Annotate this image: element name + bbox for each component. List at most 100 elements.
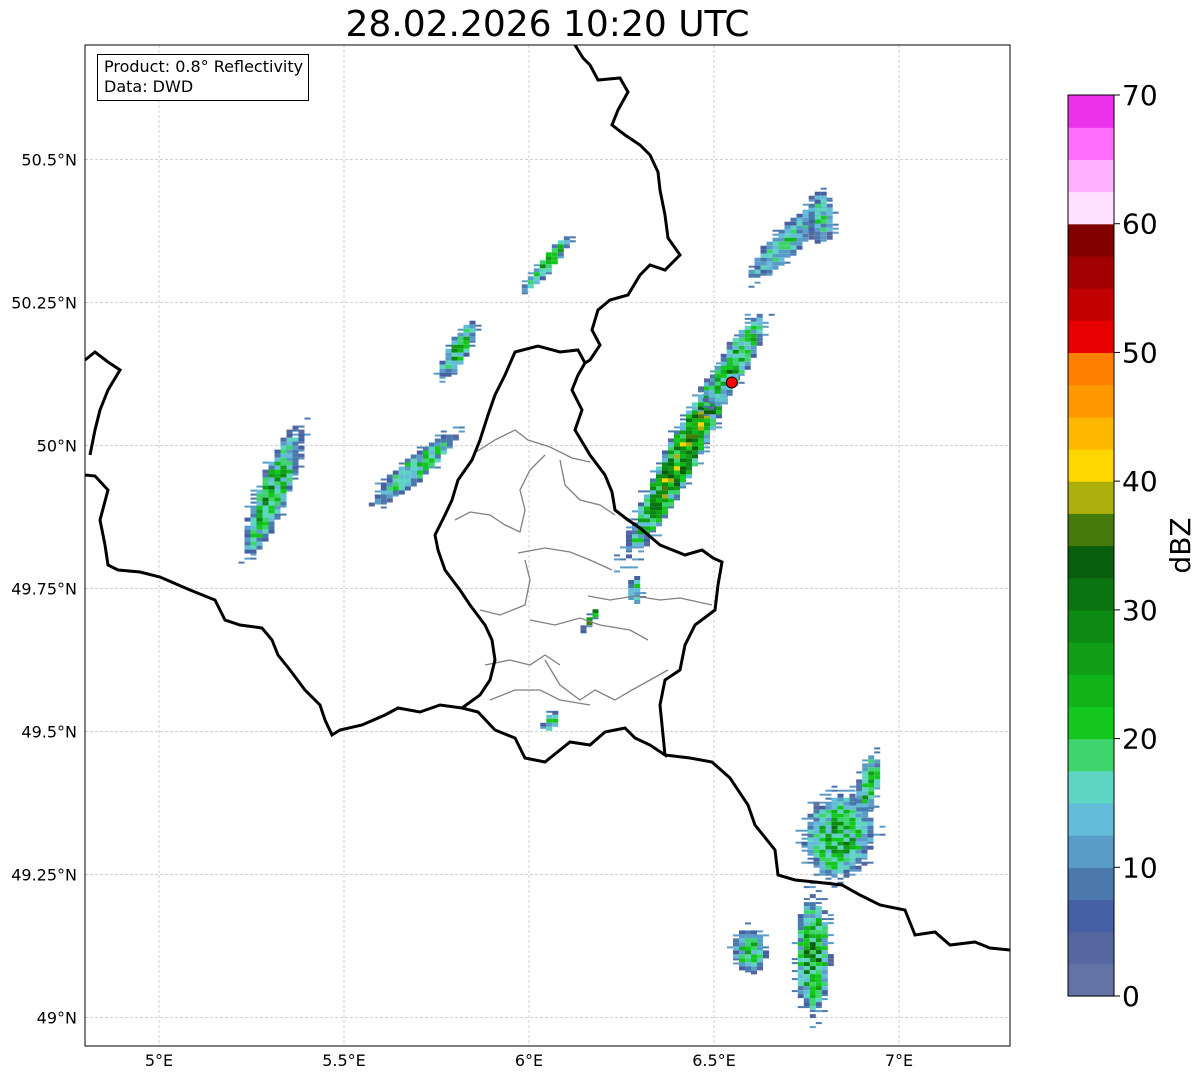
echo-pixel <box>445 364 452 369</box>
echo-pixel <box>475 328 482 331</box>
echo-pixel <box>292 469 299 474</box>
echo-pixel <box>620 546 626 549</box>
echo-pixel <box>754 257 761 262</box>
echo-pixel <box>873 833 880 836</box>
echo-pixel <box>733 942 739 947</box>
colorbar-bin <box>1068 481 1114 514</box>
echo-pixel <box>837 809 844 814</box>
echo-pixel <box>539 276 546 281</box>
echo-pixel <box>710 410 716 415</box>
echo-pixel <box>452 426 459 429</box>
echo-pixel <box>815 986 822 991</box>
echo-pixel <box>280 453 287 458</box>
echo-pixel <box>862 815 869 818</box>
echo-pixel <box>849 849 856 854</box>
echo-pixel <box>463 328 470 333</box>
echo-pixel <box>756 321 763 326</box>
echo-pixel <box>807 861 814 864</box>
echo-pixel <box>698 450 704 455</box>
echo-pixel <box>680 414 686 417</box>
echo-pixel <box>813 837 820 842</box>
echo-pixel <box>750 333 757 338</box>
echo-pixel <box>849 817 856 822</box>
echo-pixel <box>809 894 816 899</box>
echo-pixel <box>802 209 809 214</box>
echo-pixel <box>803 938 810 943</box>
echo-pixel <box>784 261 791 264</box>
echo-pixel <box>416 466 423 471</box>
echo-pixel <box>861 829 868 834</box>
echo-pixel <box>626 546 632 551</box>
echo-pixel <box>656 482 662 487</box>
echo-pixel <box>748 285 755 288</box>
echo-pixel <box>727 946 733 949</box>
echo-pixel <box>686 406 692 409</box>
echo-pixel <box>814 227 821 232</box>
echo-pixel <box>380 490 387 495</box>
echo-pixel <box>837 849 844 854</box>
echo-pixel <box>820 235 827 240</box>
echo-pixel <box>826 215 833 220</box>
echo-pixel <box>825 813 832 818</box>
echo-pixel <box>867 841 874 844</box>
echo-pixel <box>778 261 785 266</box>
echo-pixel <box>766 273 773 276</box>
echo-pixel <box>825 857 832 862</box>
echo-pixel <box>803 966 810 971</box>
echo-pixel <box>809 926 816 931</box>
echo-pixel <box>802 221 809 226</box>
echo-pixel <box>546 714 553 719</box>
echo-cluster <box>727 922 769 975</box>
echo-pixel <box>831 829 838 834</box>
echo-pixel <box>843 841 850 846</box>
echo-pixel <box>868 783 875 788</box>
lat-tick-label: 49.25°N <box>11 865 77 884</box>
echo-pixel <box>286 449 293 454</box>
echo-pixel <box>855 857 862 862</box>
echo-pixel <box>256 485 263 488</box>
echo-pixel <box>668 482 674 487</box>
echo-pixel <box>280 497 287 502</box>
echo-pixel <box>410 482 417 487</box>
echo-pixel <box>797 990 804 995</box>
echo-pixel <box>634 584 641 588</box>
echo-pixel <box>744 313 751 316</box>
echo-pixel <box>790 225 797 230</box>
echo-pixel <box>815 910 822 915</box>
echo-pixel <box>440 430 447 433</box>
echo-pixel <box>475 324 482 327</box>
echo-pixel <box>868 779 875 784</box>
echo-pixel <box>256 493 263 498</box>
echo-pixel <box>680 450 686 455</box>
echo-pixel <box>803 906 810 911</box>
echo-pixel <box>827 942 834 945</box>
echo-pixel <box>813 833 820 838</box>
echo-pixel <box>698 446 704 451</box>
echo-cluster <box>238 417 311 564</box>
echo-pixel <box>744 325 751 330</box>
echo-pixel <box>546 722 553 727</box>
echo-pixel <box>815 962 822 967</box>
echo-pixel <box>404 466 411 471</box>
echo-pixel <box>738 333 745 338</box>
echo-pixel <box>521 280 528 283</box>
echo-pixel <box>849 813 856 818</box>
echo-pixel <box>837 829 844 834</box>
echo-pixel <box>825 877 832 880</box>
echo-pixel <box>656 506 662 511</box>
echo-pixel <box>292 461 299 466</box>
echo-pixel <box>808 207 815 212</box>
echo-pixel <box>539 260 546 265</box>
echo-pixel <box>434 458 441 463</box>
echo-pixel <box>644 502 650 507</box>
echo-pixel <box>815 890 822 893</box>
echo-pixel <box>634 576 641 580</box>
echo-pixel <box>825 873 832 876</box>
echo-pixel <box>831 797 838 802</box>
echo-pixel <box>374 502 381 505</box>
echo-pixel <box>292 477 299 480</box>
echo-pixel <box>739 938 745 943</box>
axis-ticks: 5°E 5.5°E 6°E 6.5°E 7°E 49°N 49.25°N 49.5°N 49.7… <box>11 150 913 1070</box>
echo-pixel <box>757 934 763 939</box>
echo-pixel <box>250 521 257 526</box>
